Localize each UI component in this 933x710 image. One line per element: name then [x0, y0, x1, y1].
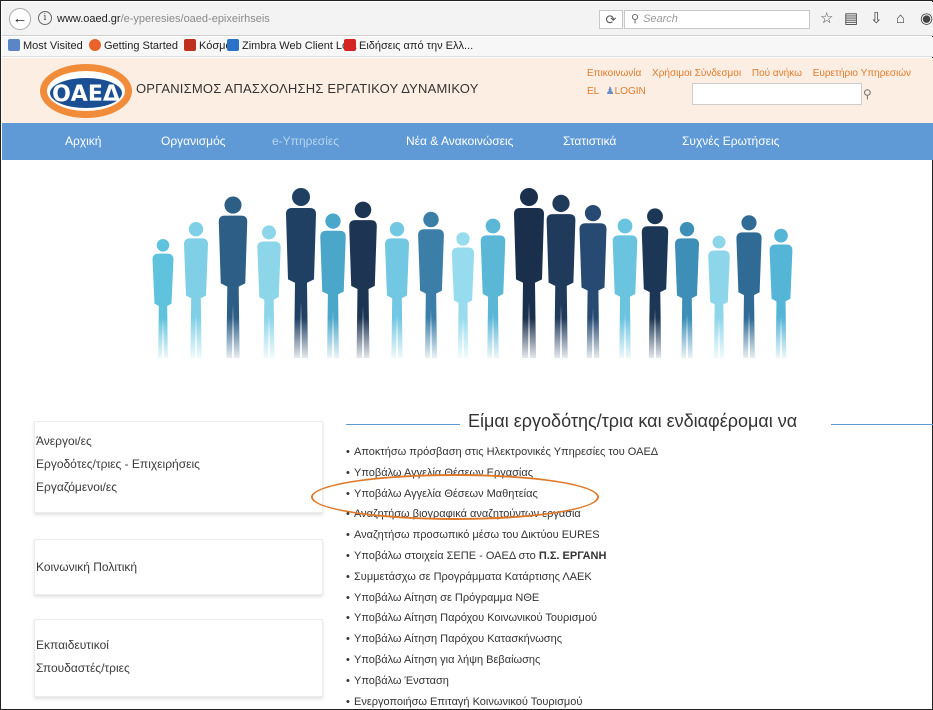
reload-icon[interactable]: ⟳	[599, 10, 623, 29]
top-link-useful[interactable]: Χρήσιμοι Σύνδεσμοι	[652, 68, 741, 79]
sidebar-item-educators[interactable]: Εκπαιδευτικοί	[35, 634, 322, 657]
bookmark-label: Getting Started	[104, 40, 178, 52]
zimbra-icon	[227, 39, 239, 51]
browser-search-input[interactable]: ⚲ Search	[624, 10, 810, 29]
nav-faq[interactable]: Συχνές Ερωτήσεις	[682, 134, 779, 148]
list-item[interactable]: • Υποβάλω Αίτηση Παρόχου Κοινωνικού Τουρι…	[346, 610, 658, 631]
bookmarks-bar: Most Visited Getting Started Κόσμος Zimb…	[2, 37, 933, 57]
bookmark-zimbra[interactable]: Zimbra Web Client Lo...	[227, 37, 357, 56]
bookmark-most-visited[interactable]: Most Visited	[8, 37, 83, 56]
bookmark-star-icon[interactable]: ☆	[820, 11, 833, 27]
lang-selector[interactable]: EL	[587, 86, 599, 97]
shield-icon[interactable]: ◉	[920, 11, 933, 27]
org-name: ΟΡΓΑΝΙΣΜΟΣ ΑΠΑΣΧΟΛΗΣΗΣ ΕΡΓΑΤΙΚΟΥ ΔΥΝΑΜΙΚ…	[136, 81, 479, 96]
folder-icon	[8, 39, 20, 51]
bookmark-label: Ειδήσεις από την Ελλ...	[359, 40, 474, 52]
top-link-contact[interactable]: Επικοινωνία	[587, 68, 641, 79]
home-icon[interactable]: ⌂	[896, 11, 905, 27]
top-link-index[interactable]: Ευρετήριο Υπηρεσιών	[813, 68, 911, 79]
list-item-label: Συμμετάσχω σε Προγράμματα Κατάρτισης ΛΑΕ…	[354, 570, 592, 583]
firefox-icon	[89, 39, 101, 51]
list-item-label: Υποβάλω Αίτηση Παρόχου Κατασκήνωσης	[354, 633, 563, 646]
nav-organization[interactable]: Οργανισμός	[161, 134, 226, 148]
back-arrow-icon[interactable]: ←	[9, 8, 31, 30]
user-icon: ♟	[605, 86, 615, 97]
screenshot-frame: ← i www.oaed.gr/e-yperesies/oaed-epixeir…	[0, 0, 933, 710]
top-link-where[interactable]: Πού ανήκω	[752, 68, 802, 79]
heading-line-left	[346, 424, 460, 425]
hero-people-image	[141, 183, 821, 363]
url-host: www.oaed.gr	[57, 13, 121, 25]
sidebar-item-employees[interactable]: Εργαζόμενοι/ες	[35, 476, 322, 499]
nav-statistics[interactable]: Στατιστικά	[563, 134, 616, 148]
site-search-icon[interactable]: ⚲	[863, 87, 872, 101]
bookmark-label: Zimbra Web Client Lo...	[242, 40, 358, 52]
site-search-input[interactable]	[692, 83, 862, 105]
browser-search-placeholder: Search	[643, 13, 678, 25]
sidebar-group-social: Κοινωνική Πολιτική	[34, 539, 323, 595]
list-item-label: Υποβάλω Αίτηση για λήψη Βεβαίωσης	[354, 653, 541, 666]
download-icon[interactable]: ⇩	[870, 11, 883, 27]
list-item-label: Υποβάλω στοιχεία ΣΕΠΕ - ΟΑΕΔ στο	[354, 549, 539, 562]
sidebar-group-education: Εκπαιδευτικοί Σπουδαστές/τριες	[34, 619, 323, 697]
logo-text: ΟΑΕΔ	[52, 82, 120, 107]
section-heading: Είμαι εργοδότης/τρια και ενδιαφέρομαι να	[468, 411, 798, 431]
list-item[interactable]: • Υποβάλω Αίτηση σε Πρόγραμμα ΝΘΕ	[346, 590, 658, 611]
sidebar-item-employers[interactable]: Εργοδότες/τριες - Επιχειρήσεις	[35, 453, 322, 476]
main-nav: Αρχική Οργανισμός e-Υπηρεσίες Νέα & Ανακ…	[2, 123, 933, 160]
highlight-ellipse	[311, 474, 599, 520]
top-links: Επικοινωνία Χρήσιμοι Σύνδεσμοι Πού ανήκω…	[587, 68, 919, 79]
list-item[interactable]: • Υποβάλω Αίτηση για λήψη Βεβαίωσης	[346, 652, 658, 673]
news-icon	[344, 39, 356, 51]
login-link[interactable]: LOGIN	[615, 86, 646, 97]
list-item-label: Υποβάλω Αίτηση Παρόχου Κοινωνικού Τουρισ…	[354, 612, 597, 625]
lang-login: EL ♟LOGIN	[587, 86, 646, 97]
list-item[interactable]: • Αναζητήσω προσωπικό μέσω του Δικτύου EU…	[346, 527, 658, 548]
oaed-logo-icon[interactable]: ΟΑΕΔ	[38, 62, 134, 120]
search-icon: ⚲	[631, 13, 640, 25]
site-info-icon[interactable]: i	[38, 11, 52, 25]
sidebar-group-users: Άνεργοι/ες Εργοδότες/τριες - Επιχειρήσει…	[34, 421, 323, 513]
list-item-label: Αποκτήσω πρόσβαση στις Ηλεκτρονικές Υπηρ…	[354, 446, 659, 458]
list-item[interactable]: • Υποβάλω στοιχεία ΣΕΠΕ - ΟΑΕΔ στο Π.Σ. Ε…	[346, 548, 658, 569]
bookmark-label: Most Visited	[23, 40, 83, 52]
list-item-bold: Π.Σ. ΕΡΓΑΝΗ	[538, 549, 607, 562]
browser-toolbar: ← i www.oaed.gr/e-yperesies/oaed-epixeir…	[2, 2, 933, 36]
nav-home[interactable]: Αρχική	[65, 134, 101, 148]
bookmark-news[interactable]: Ειδήσεις από την Ελλ...	[344, 37, 473, 56]
list-item[interactable]: • Υποβάλω Αίτηση Παρόχου Κατασκήνωσης	[346, 631, 658, 652]
list-item[interactable]: • Ενεργοποιήσω Επιταγή Κοινωνικού Τουρισμ…	[346, 694, 658, 710]
list-item-label: Υποβάλω Αίτηση σε Πρόγραμμα ΝΘΕ	[354, 591, 540, 604]
nav-eservices[interactable]: e-Υπηρεσίες	[272, 134, 339, 148]
reading-list-icon[interactable]: ▤	[844, 11, 858, 27]
sidebar-item-unemployed[interactable]: Άνεργοι/ες	[35, 430, 322, 453]
ief-logo-icon	[184, 39, 196, 51]
list-item[interactable]: • Υποβάλω Ένσταση	[346, 673, 658, 694]
url-path: /e-yperesies/oaed-epixeirhseis	[120, 13, 270, 25]
list-item-label: Αναζητήσω προσωπικό μέσω του Δικτύου EUR…	[354, 529, 600, 542]
nav-news[interactable]: Νέα & Ανακοινώσεις	[406, 134, 513, 148]
list-item[interactable]: • Συμμετάσχω σε Προγράμματα Κατάρτισης ΛΑ…	[346, 569, 658, 590]
address-bar[interactable]: www.oaed.gr/e-yperesies/oaed-epixeirhsei…	[57, 10, 597, 29]
sidebar-item-students[interactable]: Σπουδαστές/τριες	[35, 657, 322, 680]
bookmark-getting-started[interactable]: Getting Started	[89, 37, 178, 56]
heading-line-right	[831, 424, 933, 425]
list-item-label: Υποβάλω Ένσταση	[354, 674, 449, 687]
list-item[interactable]: • Αποκτήσω πρόσβαση στις Ηλεκτρονικές Υπη…	[346, 444, 658, 465]
list-item-label: Ενεργοποιήσω Επιταγή Κοινωνικού Τουρισμο…	[354, 695, 583, 708]
sidebar-item-social-policy[interactable]: Κοινωνική Πολιτική	[35, 556, 322, 579]
site-header: ΟΑΕΔ ΟΡΓΑΝΙΣΜΟΣ ΑΠΑΣΧΟΛΗΣΗΣ ΕΡΓΑΤΙΚΟΥ ΔΥ…	[2, 58, 933, 123]
